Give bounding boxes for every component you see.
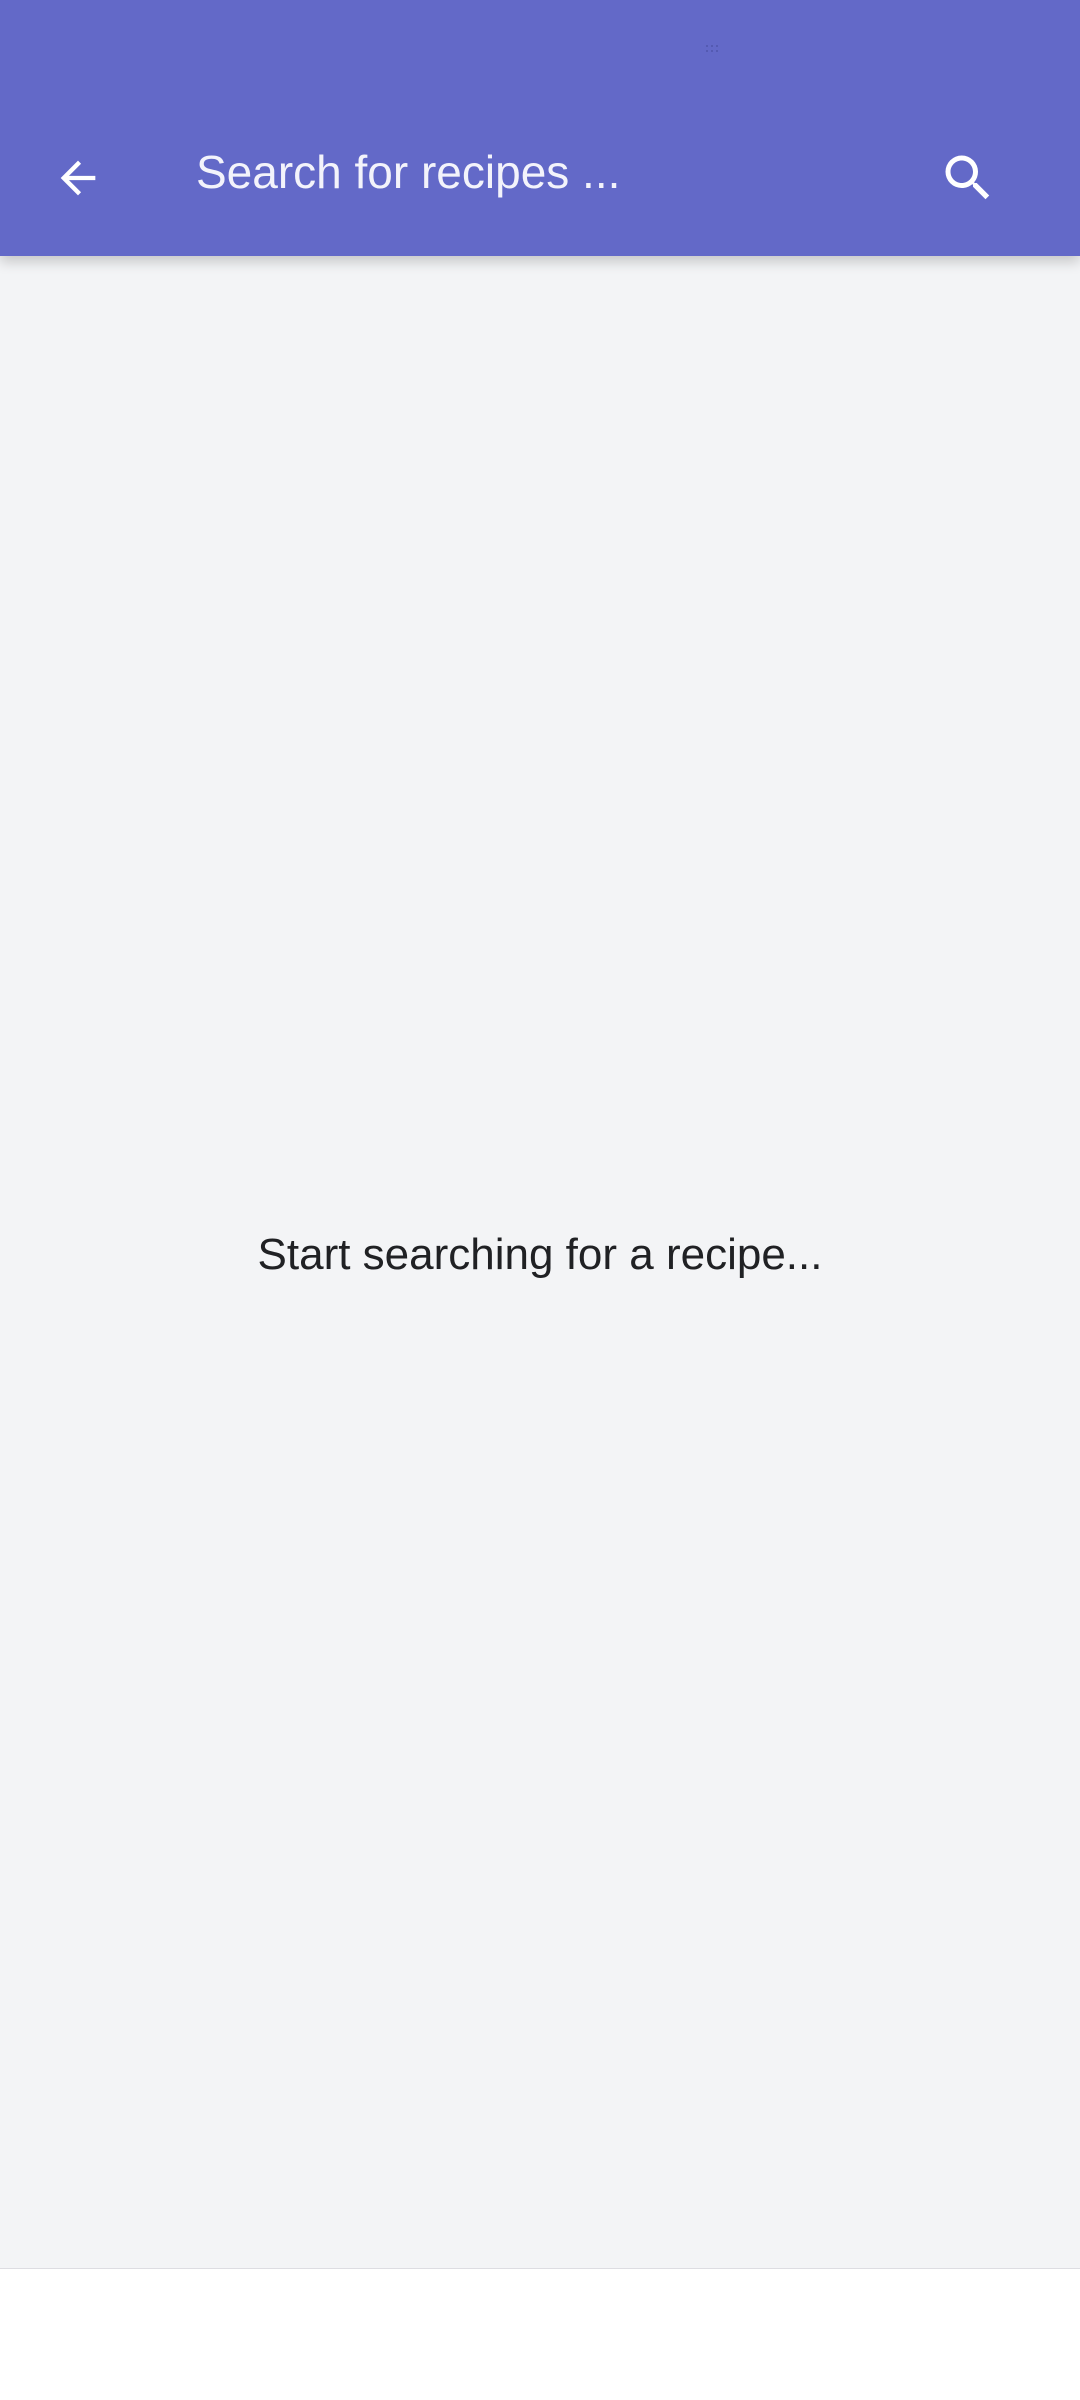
app-bar <box>0 0 1080 256</box>
search-input[interactable] <box>196 130 896 214</box>
arrow-left-icon <box>60 160 96 196</box>
search-icon <box>945 155 990 200</box>
status-indicator-icon <box>706 40 718 52</box>
bottom-bar <box>0 2269 1080 2400</box>
back-button[interactable] <box>36 136 120 220</box>
search-button[interactable] <box>926 136 1010 220</box>
empty-state-message: Start searching for a recipe... <box>257 1230 823 1279</box>
results-area: Start searching for a recipe... <box>0 256 1080 2269</box>
